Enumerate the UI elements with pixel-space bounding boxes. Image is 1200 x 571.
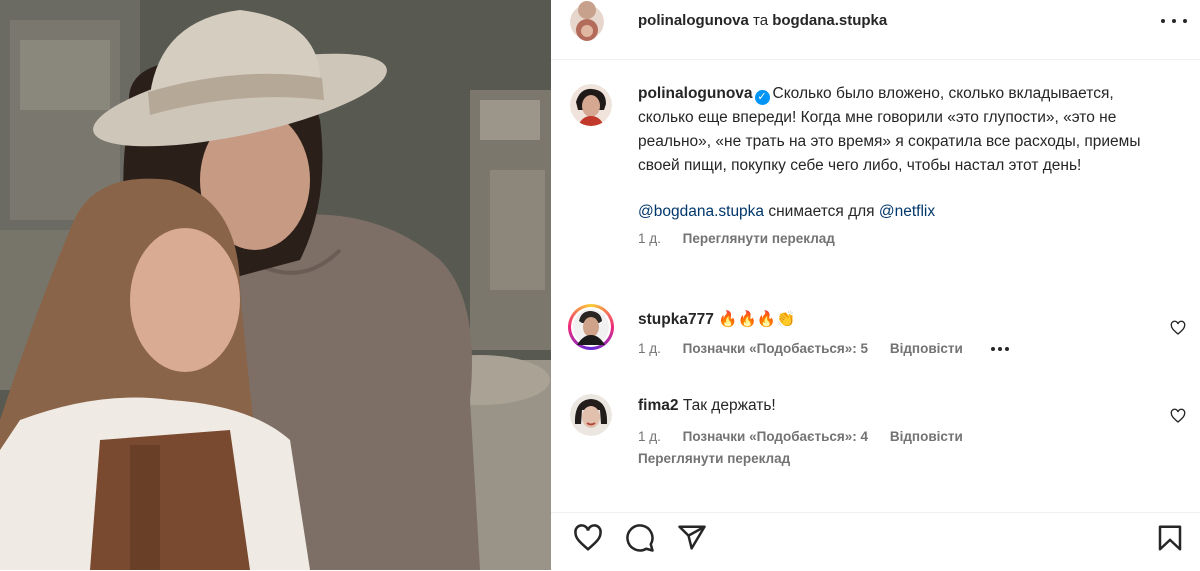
comment-username[interactable]: stupka777 [638, 311, 714, 328]
caption-mentions: @bogdana.stupka снимается для @netflix [638, 200, 1148, 224]
comment-meta: 1 д. Позначки «Подобається»: 5 Відповіст… [638, 340, 1148, 358]
comment-icon[interactable] [625, 523, 655, 553]
comment-text: Так держать! [682, 397, 776, 414]
comment-body: stupka777 🔥🔥🔥👏 1 д. Позначки «Подобаєтьс… [638, 308, 1148, 358]
caption-username[interactable]: polinalogunova [638, 85, 753, 102]
caption-time[interactable]: 1 д. [638, 231, 661, 246]
comment-text: 🔥🔥🔥👏 [718, 311, 796, 328]
comment-likes-link[interactable]: Позначки «Подобається»: 4 [683, 429, 868, 444]
caption-row: polinalogunova ✓ Сколько было вложено, ско… [551, 80, 1200, 280]
more-dot [1183, 19, 1187, 23]
post-actions-bar [551, 512, 1200, 571]
heart-icon[interactable] [573, 523, 603, 553]
comment-username[interactable]: fima2 [638, 397, 679, 414]
caption-translate-link[interactable]: Переглянути переклад [683, 231, 835, 246]
author-avatar[interactable] [570, 0, 604, 44]
reply-button[interactable]: Відповісти [890, 429, 963, 444]
heart-icon[interactable] [1170, 320, 1186, 336]
more-dot [1172, 19, 1176, 23]
reply-button[interactable]: Відповісти [890, 341, 963, 356]
bookmark-icon[interactable] [1155, 523, 1185, 553]
comment-avatar[interactable] [570, 394, 612, 436]
comment-body: fima2 Так держать! 1 д. Позначки «Подоба… [638, 394, 1148, 468]
comment-time[interactable]: 1 д. [638, 429, 661, 444]
post-header: polinalogunova та bogdana.stupka [551, 0, 1200, 60]
collaborator-username[interactable]: bogdana.stupka [772, 12, 887, 29]
comment-translate-link[interactable]: Переглянути переклад [638, 451, 790, 466]
comment-time[interactable]: 1 д. [638, 341, 661, 356]
comments-list[interactable]: polinalogunova ✓ Сколько было вложено, ско… [551, 60, 1200, 512]
mention-bogdana[interactable]: @bogdana.stupka [638, 203, 764, 220]
header-conjunction: та [753, 12, 769, 29]
post-details-panel: polinalogunova та bogdana.stupka polinal… [551, 0, 1200, 570]
mention-netflix[interactable]: @netflix [879, 203, 935, 220]
post-photo[interactable] [0, 0, 551, 570]
photo-illustration [0, 0, 551, 570]
comment-more-icon[interactable] [990, 347, 1009, 352]
author-username[interactable]: polinalogunova [638, 12, 749, 29]
share-icon[interactable] [677, 523, 707, 553]
comment-row: stupka777 🔥🔥🔥👏 1 д. Позначки «Подобаєтьс… [551, 300, 1200, 370]
heart-icon[interactable] [1170, 408, 1186, 424]
comment-row: fima2 Так держать! 1 д. Позначки «Подоба… [551, 390, 1200, 480]
caption-body: polinalogunova ✓ Сколько было вложено, ско… [638, 82, 1148, 248]
caption-avatar[interactable] [570, 84, 612, 126]
post-header-title: polinalogunova та bogdana.stupka [638, 11, 887, 31]
story-ring[interactable] [568, 304, 614, 350]
verified-badge-icon: ✓ [754, 90, 770, 105]
comment-likes-link[interactable]: Позначки «Подобається»: 5 [683, 341, 868, 356]
comment-translate-row: Переглянути переклад [638, 450, 1148, 468]
more-dot [1161, 19, 1165, 23]
story-ring-inner [571, 307, 611, 347]
caption-meta: 1 д. Переглянути переклад [638, 230, 1148, 248]
caption-middle-text: снимается для [764, 203, 879, 220]
more-options-button[interactable] [1161, 12, 1187, 30]
comment-meta: 1 д. Позначки «Подобається»: 4 Відповіст… [638, 428, 1148, 446]
